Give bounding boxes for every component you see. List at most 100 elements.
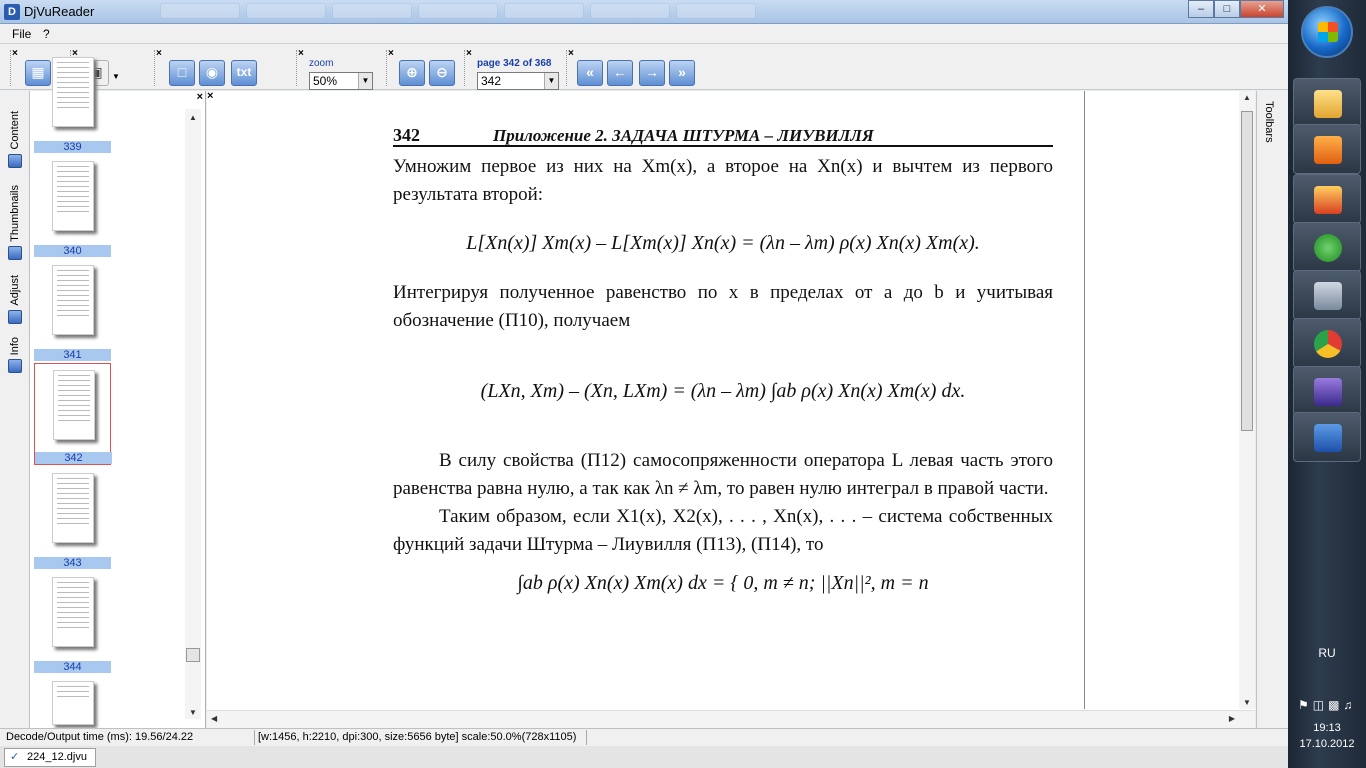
start-button[interactable]: [1301, 6, 1353, 58]
taskbar-chrome[interactable]: [1293, 318, 1361, 368]
toolbar-group-zoom-buttons: × ⊕ ⊖: [386, 48, 460, 86]
taskbar-explorer[interactable]: [1293, 78, 1361, 128]
taskbar-computer[interactable]: [1293, 270, 1361, 320]
file-tab[interactable]: ✓ 224_12.djvu: [4, 748, 96, 767]
zoom-label: zoom: [309, 58, 334, 69]
scroll-right-icon[interactable]: ▶: [1229, 714, 1235, 723]
close-icon[interactable]: ×: [568, 48, 574, 59]
document-view[interactable]: × 342 Приложение 2. ЗАДАЧА ШТУРМА – ЛИУВ…: [207, 90, 1255, 728]
taskbar-utorrent[interactable]: [1293, 222, 1361, 272]
taskbar-word[interactable]: [1293, 412, 1361, 462]
taskbar-paint[interactable]: [1293, 174, 1361, 224]
language-indicator[interactable]: RU: [1288, 646, 1366, 660]
scroll-thumb[interactable]: [186, 648, 200, 662]
thumbnails-scrollbar[interactable]: ▲ ▼: [185, 109, 201, 719]
prev-page-button[interactable]: ←: [607, 60, 633, 86]
thumbnail-page-image: [52, 681, 94, 725]
maximize-button[interactable]: □: [1214, 0, 1240, 18]
status-bar: Decode/Output time (ms): 19.56/24.22 [w:…: [0, 728, 1288, 746]
scroll-down-icon[interactable]: ▼: [185, 708, 201, 717]
info-icon: [8, 359, 22, 374]
taskbar-media-player[interactable]: [1293, 124, 1361, 174]
taskbar-djvureader[interactable]: [1293, 366, 1361, 416]
thumbnail-345-partial[interactable]: [34, 675, 111, 725]
tab-info[interactable]: Info: [5, 337, 25, 374]
scroll-down-icon[interactable]: ▼: [1239, 698, 1255, 707]
paragraph: Таким образом, если X1(x), X2(x), . . . …: [393, 506, 1053, 555]
thumbnail-343[interactable]: 343: [34, 467, 111, 569]
tab-content-label: Content: [9, 111, 21, 150]
page-select[interactable]: 342 ▼: [477, 72, 559, 90]
close-icon[interactable]: ×: [388, 48, 394, 59]
thumbnail-342[interactable]: 342: [34, 363, 112, 465]
chevron-down-icon[interactable]: ▼: [358, 73, 372, 89]
first-page-button[interactable]: «: [577, 60, 603, 86]
clock-time: 19:13: [1313, 722, 1341, 734]
scroll-left-icon[interactable]: ◀: [211, 714, 217, 723]
minimize-button[interactable]: –: [1188, 0, 1214, 18]
window-controls: – □ ✕: [1188, 0, 1284, 18]
menu-file[interactable]: File: [12, 27, 31, 41]
close-button[interactable]: ✕: [1240, 0, 1284, 18]
utorrent-icon: [1314, 234, 1342, 262]
last-page-button[interactable]: »: [669, 60, 695, 86]
toolbar-group-tools: × □ ◉ txt: [154, 48, 264, 86]
toolbar-group-page-nav: × page 342 of 368 342 ▼: [464, 48, 564, 90]
close-icon[interactable]: ×: [466, 48, 472, 59]
paragraph: Интегрируя полученное равенство по x в п…: [393, 282, 1053, 331]
adjust-icon: [8, 309, 22, 324]
tab-content[interactable]: Content: [5, 111, 25, 168]
thumbnail-341[interactable]: 341: [34, 259, 111, 361]
system-tray[interactable]: ⚑◫▩♫: [1298, 698, 1356, 712]
tab-thumbnails[interactable]: Thumbnails: [5, 185, 25, 260]
paragraph: В силу свойства (П12) самосопряженности …: [393, 450, 1053, 499]
zoom-value: 50%: [313, 74, 338, 88]
menu-bar: File ?: [0, 24, 1288, 44]
page-number: 342: [393, 125, 420, 145]
thumbnail-number: 344: [34, 661, 111, 673]
djvureader-icon: [1314, 378, 1342, 406]
zoom-select[interactable]: 50% ▼: [309, 72, 373, 90]
close-icon[interactable]: ×: [298, 48, 304, 59]
zoom-out-button[interactable]: ⊖: [429, 60, 455, 86]
clock[interactable]: 19:13 17.10.2012: [1288, 720, 1366, 752]
thumbnail-number: 341: [34, 349, 111, 361]
scroll-thumb[interactable]: [1241, 111, 1253, 431]
content-icon: [8, 153, 22, 168]
title-bar: D DjVuReader – □ ✕: [0, 0, 1288, 24]
document-horizontal-scrollbar[interactable]: ◀ ▶: [207, 710, 1255, 728]
formula: ∫ab ρ(x) Xn(x) Xm(x) dx = { 0, m ≠ n; ||…: [517, 572, 929, 594]
text-mode-button[interactable]: txt: [231, 60, 257, 86]
next-page-button[interactable]: →: [639, 60, 665, 86]
app-icon: D: [4, 4, 20, 20]
thumbnail-number: 342: [35, 452, 112, 464]
thumbnail-number: 343: [34, 557, 111, 569]
thumbnail-page-image: [52, 473, 94, 543]
close-icon[interactable]: ×: [12, 48, 18, 59]
tab-adjust[interactable]: Adjust: [5, 275, 25, 324]
scroll-up-icon[interactable]: ▲: [185, 113, 201, 122]
media-player-icon: [1314, 136, 1342, 164]
chevron-down-icon[interactable]: ▼: [544, 73, 558, 89]
zoom-in-button[interactable]: ⊕: [399, 60, 425, 86]
thumbnail-339[interactable]: 339: [34, 51, 111, 153]
image-mode-button[interactable]: ◉: [199, 60, 225, 86]
scroll-up-icon[interactable]: ▲: [1239, 93, 1255, 102]
chrome-icon: [1314, 330, 1342, 358]
toolbar-group-zoom: × zoom 50% ▼: [296, 48, 378, 90]
document-vertical-scrollbar[interactable]: ▲ ▼: [1239, 91, 1255, 709]
tab-adjust-label: Adjust: [9, 275, 21, 306]
running-title: Приложение 2. ЗАДАЧА ШТУРМА – ЛИУВИЛЛЯ: [493, 126, 874, 145]
thumbnail-number: 340: [34, 245, 111, 257]
status-timing: Decode/Output time (ms): 19.56/24.22: [6, 731, 194, 743]
close-icon[interactable]: ×: [197, 91, 203, 103]
running-header: 342 Приложение 2. ЗАДАЧА ШТУРМА – ЛИУВИЛ…: [393, 121, 1053, 147]
thumbnail-340[interactable]: 340: [34, 155, 111, 257]
computer-icon: [1314, 282, 1342, 310]
thumbnail-344[interactable]: 344: [34, 571, 111, 673]
toolbars-strip[interactable]: Toolbars: [1256, 91, 1288, 728]
close-icon[interactable]: ×: [156, 48, 162, 59]
chevron-down-icon[interactable]: ▼: [112, 72, 120, 81]
menu-help[interactable]: ?: [43, 27, 50, 41]
select-region-button[interactable]: □: [169, 60, 195, 86]
